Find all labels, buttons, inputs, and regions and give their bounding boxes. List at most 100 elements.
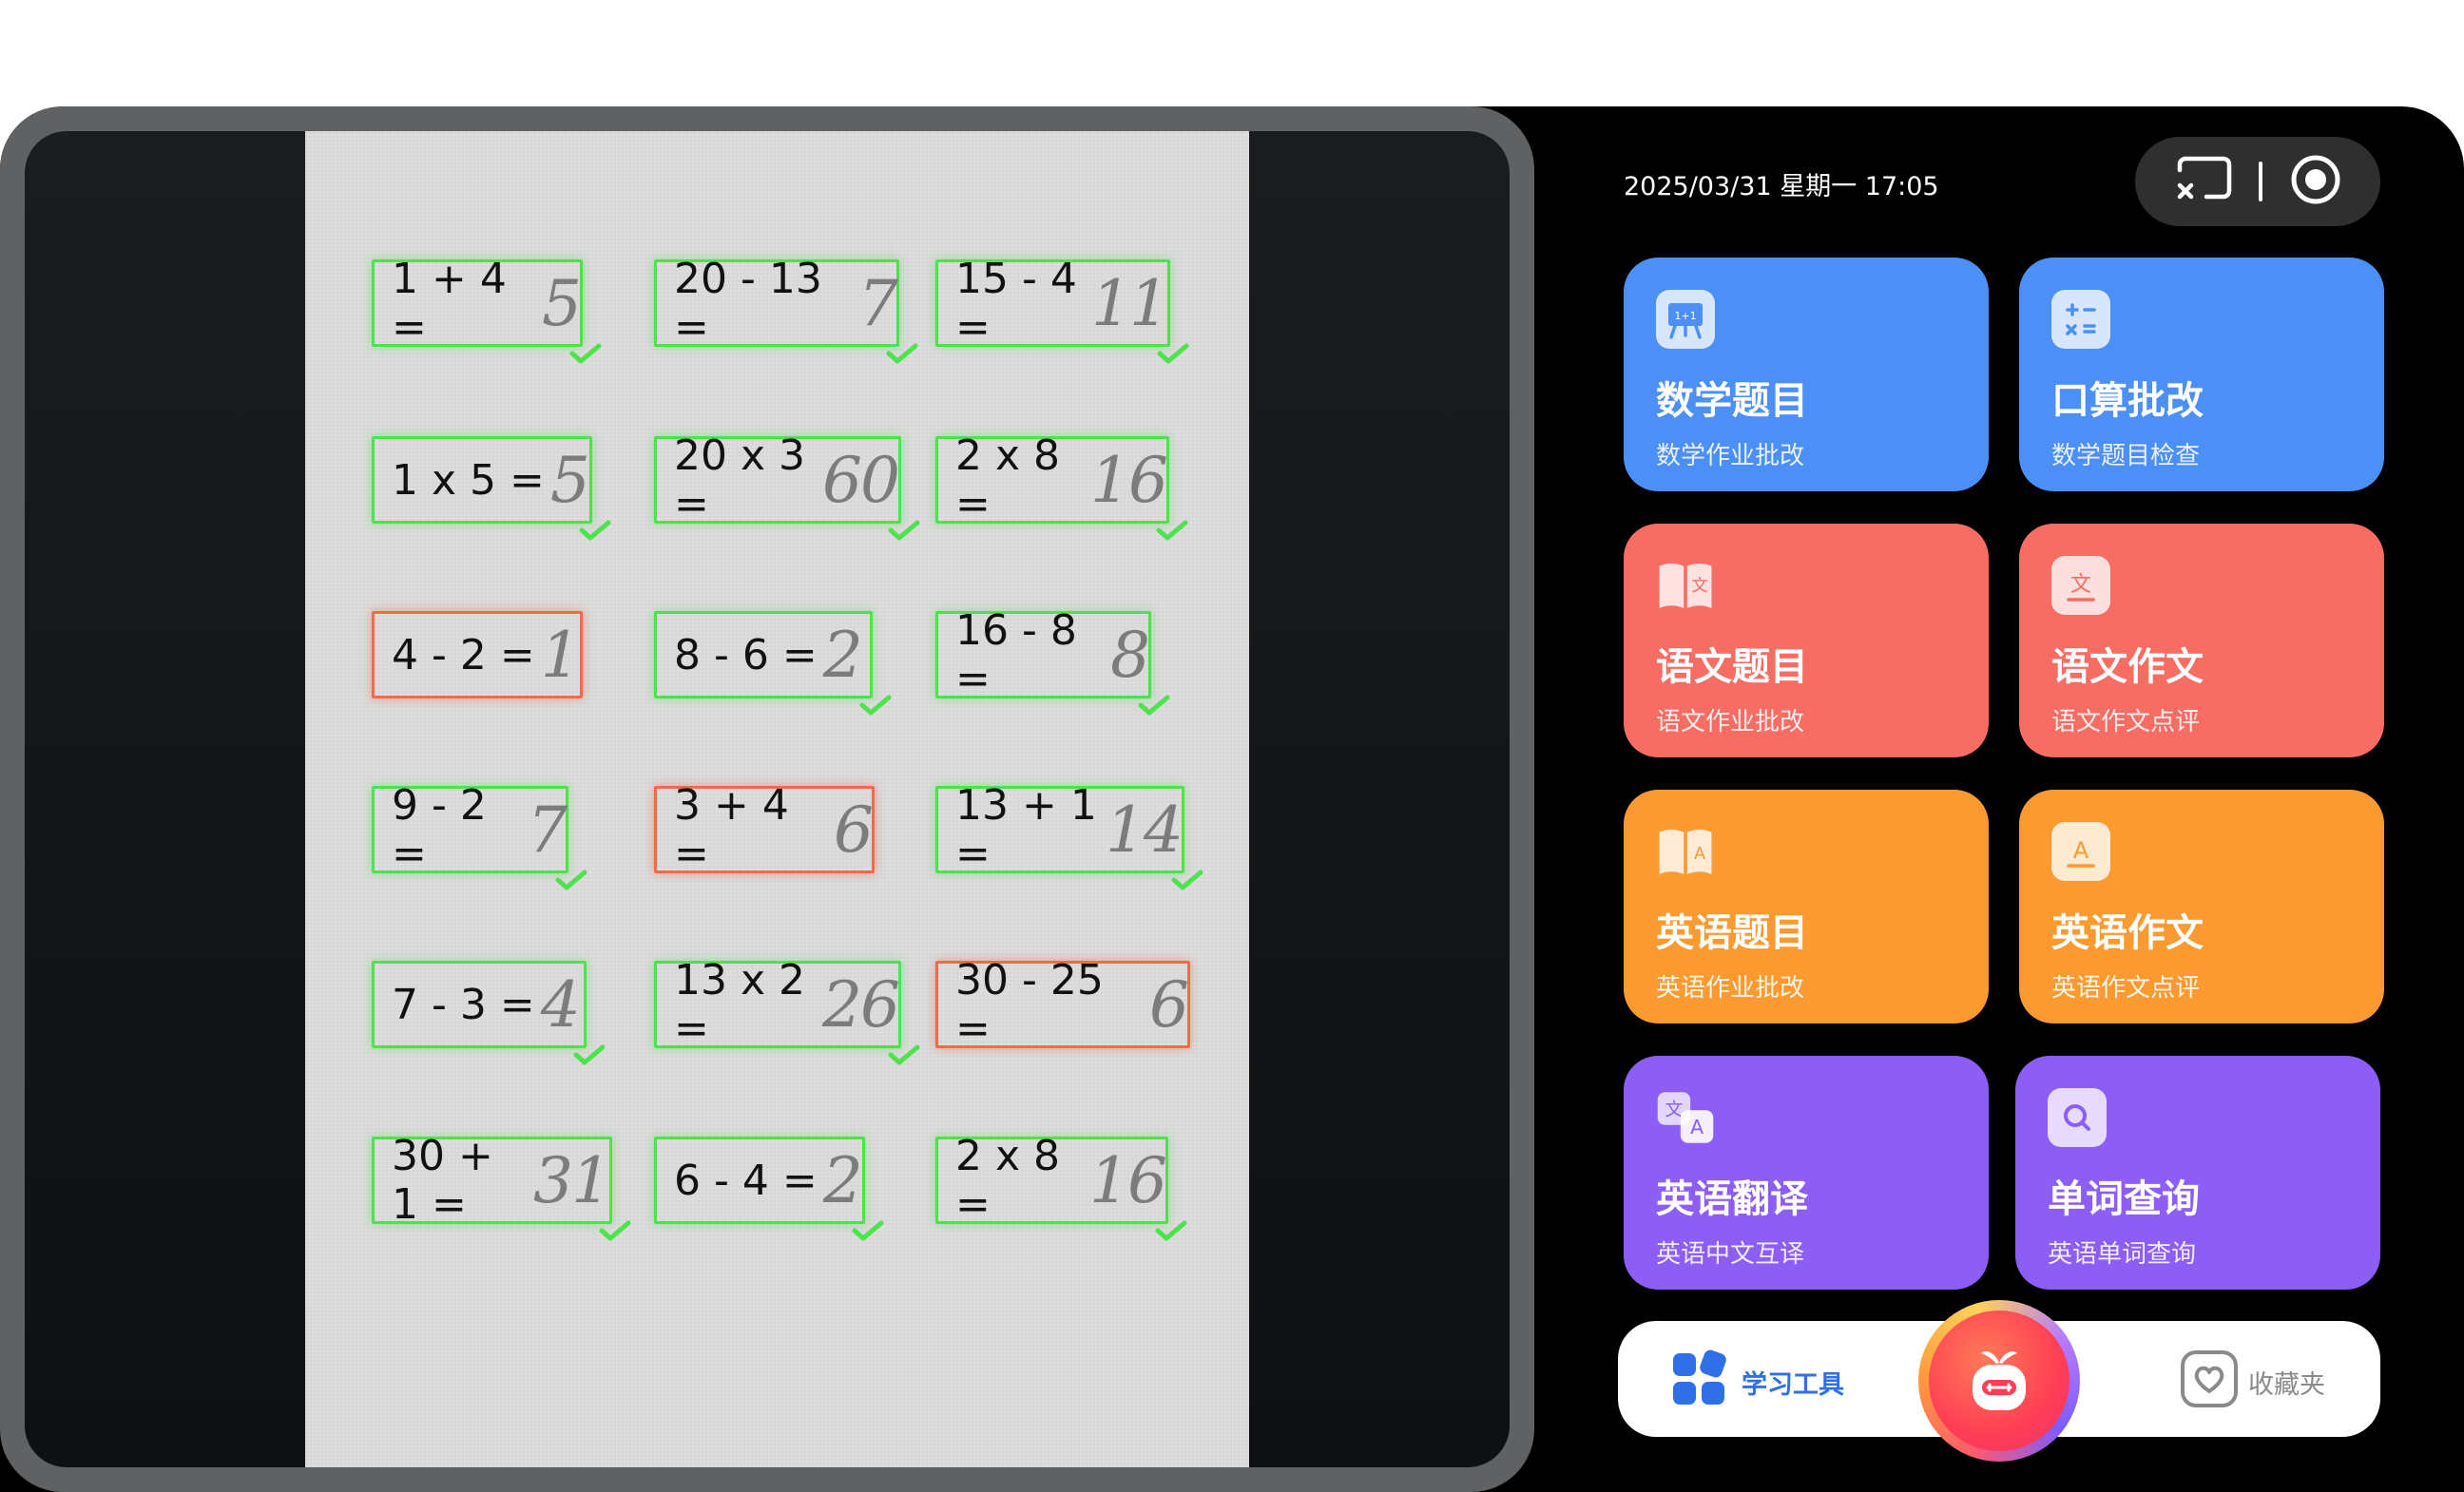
equation-text: 15 - 4 = <box>955 255 1077 352</box>
equation-text: 2 x 8 = <box>955 1132 1060 1229</box>
handwritten-answer: 6 <box>1149 967 1189 1042</box>
equation-box: 2 x 8 = 16 <box>935 1132 1168 1229</box>
handwritten-answer: 11 <box>1091 266 1169 340</box>
card-title: 英语作文 <box>2051 911 2204 955</box>
assistant-button[interactable] <box>1918 1300 2080 1462</box>
card-english-questions[interactable]: A 英语题目 英语作业批改 <box>1624 790 1989 1023</box>
check-mark-icon <box>555 870 587 890</box>
card-english-translate[interactable]: 文A 英语翻译 英语中文互译 <box>1624 1056 1989 1290</box>
equation-box: 4 - 2 = 1 <box>372 611 583 698</box>
check-mark-icon <box>599 1220 631 1241</box>
check-mark-icon <box>579 520 611 541</box>
svg-text:1+1: 1+1 <box>1674 310 1696 322</box>
nav-study-tools[interactable]: 学习工具 <box>1671 1349 1844 1415</box>
equation-box: 13 + 1 = 14 <box>935 781 1184 878</box>
equation-box: 9 - 2 = 7 <box>372 781 568 878</box>
check-mark-icon <box>1156 520 1188 541</box>
card-title: 单词查询 <box>2048 1177 2200 1221</box>
equation-box: 6 - 4 = 2 <box>654 1137 865 1224</box>
handwritten-answer: 2 <box>822 1143 863 1217</box>
equation-box: 30 - 25 = 6 <box>935 956 1190 1053</box>
equation-text: 9 - 2 = <box>392 781 487 878</box>
equation-box: 20 - 13 = 7 <box>654 255 899 352</box>
card-subtitle: 英语作文点评 <box>2051 974 2201 1003</box>
svg-text:文: 文 <box>2070 573 2091 597</box>
equation-text: 4 - 2 = <box>392 630 535 679</box>
search-icon <box>2048 1088 2107 1147</box>
equation-text: 30 + 1 = <box>392 1132 493 1229</box>
blackboard-icon: 1+1 <box>1656 290 1715 349</box>
handwritten-answer: 4 <box>540 967 581 1042</box>
card-math-questions[interactable]: 1+1 数学题目 数学作业批改 <box>1624 258 1989 491</box>
handwritten-answer: 7 <box>528 793 568 867</box>
equation-text: 8 - 6 = <box>674 630 818 679</box>
equation-box: 13 x 2 = 26 <box>654 956 901 1053</box>
card-oral-calc[interactable]: 口算批改 数学题目检查 <box>2019 258 2384 491</box>
svg-text:文: 文 <box>1665 1099 1683 1119</box>
handwritten-answer: 7 <box>858 266 898 340</box>
equation-text: 20 x 3 = <box>674 431 805 528</box>
calculator-icon <box>2051 290 2110 349</box>
cast-off-icon[interactable] <box>2172 153 2233 210</box>
apps-grid-icon <box>1671 1349 1730 1415</box>
check-mark-icon <box>852 1220 884 1241</box>
card-title: 语文作文 <box>2051 645 2204 689</box>
card-subtitle: 数学题目检查 <box>2051 442 2201 470</box>
worksheet-paper: 1 + 4 = 5 20 - 13 = 7 15 - 4 = 11 1 x 5 = 5 20 x… <box>305 131 1249 1467</box>
card-title: 数学题目 <box>1656 379 1808 423</box>
record-icon[interactable] <box>2288 152 2343 211</box>
equation-box: 1 x 5 = 5 <box>372 436 592 524</box>
robot-icon <box>1929 1310 2069 1451</box>
handwritten-answer: 1 <box>540 618 581 692</box>
check-mark-icon <box>888 1044 920 1065</box>
card-title: 口算批改 <box>2051 379 2204 423</box>
svg-text:A: A <box>1690 1116 1704 1138</box>
translate-icon: 文A <box>1656 1088 1715 1147</box>
check-mark-icon <box>1155 1220 1187 1241</box>
datetime-label: 2025/03/31 星期一 17:05 <box>1624 172 1939 201</box>
card-subtitle: 数学作业批改 <box>1656 442 1805 470</box>
camera-preview-frame: 1 + 4 = 5 20 - 13 = 7 15 - 4 = 11 1 x 5 = 5 20 x… <box>0 106 1534 1492</box>
equation-text: 3 + 4 = <box>674 781 789 878</box>
equation-text: 6 - 4 = <box>674 1156 818 1205</box>
handwritten-answer: 14 <box>1106 793 1184 867</box>
equation-box: 30 + 1 = 31 <box>372 1132 612 1229</box>
book-icon: 文 <box>1656 556 1715 615</box>
card-subtitle: 英语单词查询 <box>2048 1240 2197 1269</box>
check-mark-icon <box>1171 870 1203 890</box>
check-mark-icon <box>569 343 602 364</box>
card-subtitle: 英语中文互译 <box>1656 1240 1805 1269</box>
svg-text:文: 文 <box>1691 576 1708 596</box>
equation-text: 13 + 1 = <box>955 781 1097 878</box>
side-panel: 2025/03/31 星期一 17:05 1+1 数学题目 数学作业批改 口算批… <box>1534 106 2464 1492</box>
equation-box: 8 - 6 = 2 <box>654 611 873 698</box>
nav-label: 收藏夹 <box>2248 1370 2325 1400</box>
equation-text: 30 - 25 = <box>955 956 1104 1053</box>
card-chinese-questions[interactable]: 文 语文题目 语文作业批改 <box>1624 524 1989 757</box>
handwritten-answer: 5 <box>549 443 590 517</box>
card-title: 英语翻译 <box>1656 1177 1808 1221</box>
check-mark-icon <box>573 1044 606 1065</box>
equation-text: 16 - 8 = <box>955 606 1077 703</box>
equation-text: 20 - 13 = <box>674 255 822 352</box>
handwritten-answer: 2 <box>822 618 863 692</box>
nav-favorites[interactable]: 收藏夹 <box>2180 1349 2325 1415</box>
check-mark-icon <box>859 695 892 716</box>
card-chinese-essay[interactable]: 文 语文作文 语文作文点评 <box>2019 524 2384 757</box>
card-title: 语文题目 <box>1656 645 1808 689</box>
equation-text: 2 x 8 = <box>955 431 1060 528</box>
handwritten-answer: 16 <box>1090 443 1168 517</box>
card-english-essay[interactable]: A 英语作文 英语作文点评 <box>2019 790 2384 1023</box>
top-control-pill <box>2135 137 2380 226</box>
handwritten-answer: 60 <box>822 443 900 517</box>
handwritten-answer: 5 <box>542 266 582 340</box>
equation-box: 20 x 3 = 60 <box>654 431 901 528</box>
check-mark-icon <box>1157 343 1189 364</box>
card-subtitle: 语文作文点评 <box>2051 708 2201 736</box>
card-word-lookup[interactable]: 单词查询 英语单词查询 <box>2015 1056 2380 1290</box>
handwritten-answer: 26 <box>822 967 900 1042</box>
equation-box: 15 - 4 = 11 <box>935 255 1170 352</box>
equation-box: 1 + 4 = 5 <box>372 255 583 352</box>
handwritten-answer: 31 <box>533 1143 611 1217</box>
essay-icon: A <box>2051 822 2110 881</box>
